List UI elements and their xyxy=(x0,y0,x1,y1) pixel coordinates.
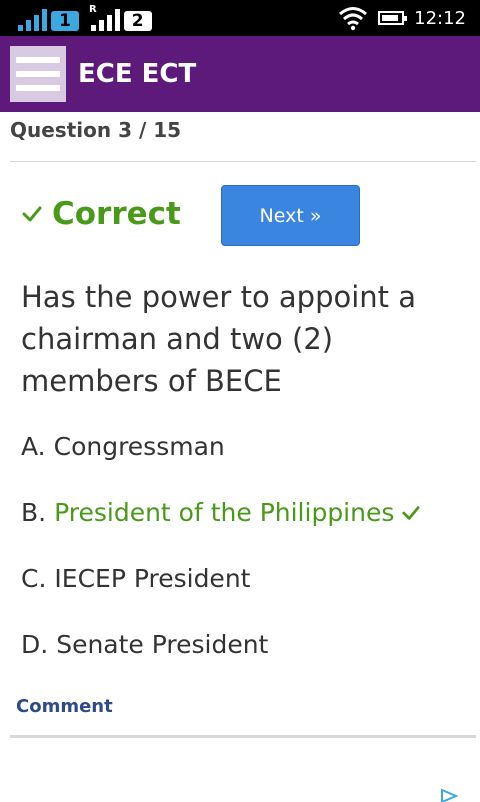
next-button[interactable]: Next » xyxy=(221,185,360,246)
divider xyxy=(10,735,476,738)
answer-text: Senate President xyxy=(56,630,269,659)
signal-icon xyxy=(18,9,47,31)
answer-text: Congressman xyxy=(53,432,225,461)
menu-button[interactable] xyxy=(10,46,66,102)
answer-text: President of the Philippines xyxy=(54,498,395,527)
sim1-badge: 1 xyxy=(51,11,79,31)
hamburger-icon xyxy=(16,85,60,91)
clock: 12:12 xyxy=(414,7,466,29)
hamburger-icon xyxy=(16,57,60,63)
answer-letter: A. xyxy=(21,432,46,461)
app-title: ECE ECT xyxy=(78,59,197,89)
divider xyxy=(10,161,476,162)
comment-link[interactable]: Comment xyxy=(16,696,113,717)
answer-letter: C. xyxy=(21,564,47,593)
answer-option-a[interactable]: A. Congressman xyxy=(21,432,225,461)
answer-option-c[interactable]: C. IECEP President xyxy=(21,564,250,593)
battery-icon xyxy=(378,11,408,25)
answer-option-b[interactable]: B. President of the Philippines xyxy=(21,498,420,527)
roaming-indicator: R xyxy=(89,4,97,15)
hamburger-icon xyxy=(16,71,60,77)
wifi-icon xyxy=(339,7,368,31)
result-label: Correct xyxy=(52,196,181,232)
answer-letter: D. xyxy=(21,630,49,659)
answer-text: IECEP President xyxy=(54,564,251,593)
check-icon xyxy=(402,505,420,520)
check-icon xyxy=(22,206,42,222)
sim2-badge: 2 xyxy=(123,11,152,31)
question-counter: Question 3 / 15 xyxy=(10,118,182,142)
status-bar: 1 R 2 12:12 xyxy=(0,0,480,36)
signal-area: 1 R 2 xyxy=(18,4,152,31)
app-bar: ECE ECT xyxy=(0,36,480,112)
answer-option-d[interactable]: D. Senate President xyxy=(21,630,268,659)
question-text: Has the power to appoint a chairman and … xyxy=(21,280,417,398)
answer-letter: B. xyxy=(21,498,47,527)
